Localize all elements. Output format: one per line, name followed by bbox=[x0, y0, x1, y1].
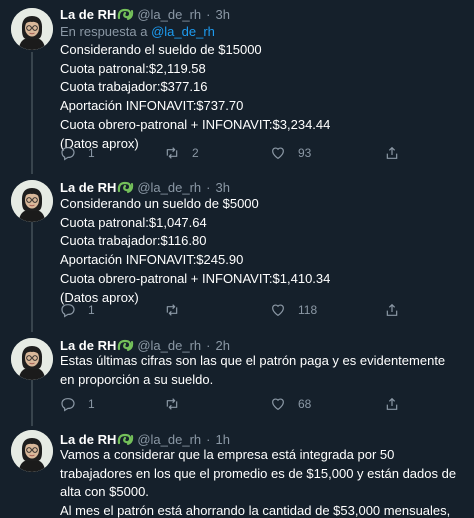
retweet-icon bbox=[166, 304, 178, 316]
avatar[interactable] bbox=[11, 8, 53, 50]
author-name[interactable]: La de RH bbox=[60, 7, 116, 22]
avatar[interactable] bbox=[11, 430, 53, 472]
avatar-image bbox=[11, 430, 53, 472]
tweet[interactable]: La de RH @la_de_rh · 2h Estas últimas ci… bbox=[0, 330, 474, 426]
like-count: 118 bbox=[298, 303, 318, 317]
reply-prefix: En respuesta a bbox=[60, 24, 148, 39]
author-name[interactable]: La de RH bbox=[60, 180, 116, 195]
share-icon bbox=[386, 397, 398, 410]
tweet-line: Aportación INFONAVIT:$737.70 bbox=[60, 98, 244, 114]
tweet-line: Cuota patronal:$2,119.58 bbox=[60, 60, 206, 76]
share-button[interactable] bbox=[384, 145, 400, 161]
avatar-image bbox=[11, 8, 53, 50]
green-swirl-emoji bbox=[118, 181, 134, 193]
retweet-button[interactable] bbox=[164, 302, 192, 318]
separator-dot: · bbox=[206, 337, 211, 353]
avatar[interactable] bbox=[11, 180, 53, 222]
author-handle[interactable]: @la_de_rh bbox=[137, 432, 201, 447]
reply-handle-link[interactable]: @la_de_rh bbox=[151, 24, 215, 39]
reply-button[interactable]: 1 bbox=[60, 396, 95, 412]
share-icon bbox=[386, 146, 398, 159]
tweet-timestamp[interactable]: 1h bbox=[215, 432, 229, 447]
separator-dot: · bbox=[206, 6, 211, 22]
reply-icon bbox=[61, 147, 75, 161]
heart-icon bbox=[272, 398, 284, 411]
author-handle[interactable]: @la_de_rh bbox=[137, 338, 201, 353]
tweet-timestamp[interactable]: 3h bbox=[215, 7, 229, 22]
share-button[interactable] bbox=[384, 396, 400, 412]
tweet[interactable]: La de RH @la_de_rh · 3h En respuesta a @… bbox=[0, 0, 474, 172]
tweet[interactable]: La de RH @la_de_rh · 3h Considerando un … bbox=[0, 172, 474, 330]
tweet-line: Cuota patronal:$1,047.64 bbox=[60, 214, 207, 230]
green-swirl-emoji bbox=[118, 339, 134, 351]
reply-icon bbox=[61, 398, 75, 412]
tweet-timestamp[interactable]: 2h bbox=[215, 338, 229, 353]
tweet-paragraph: Vamos a considerar que la empresa está i… bbox=[60, 447, 457, 500]
tweet-text: Estas últimas cifras son las que el patr… bbox=[60, 352, 462, 389]
tweet-header: La de RH @la_de_rh · 3h bbox=[60, 178, 230, 196]
tweet-line: Cuota obrero-patronal + INFONAVIT:$3,234… bbox=[60, 116, 331, 132]
tweet-actions: 1 2 93 bbox=[60, 145, 460, 165]
tweet-header: La de RH @la_de_rh · 3h bbox=[60, 5, 230, 23]
avatar[interactable] bbox=[11, 338, 53, 380]
author-handle[interactable]: @la_de_rh bbox=[137, 7, 201, 22]
reply-count: 1 bbox=[88, 146, 95, 160]
author-handle[interactable]: @la_de_rh bbox=[137, 180, 201, 195]
reply-icon bbox=[61, 304, 75, 318]
like-button[interactable]: 118 bbox=[270, 302, 317, 318]
retweet-count: 2 bbox=[192, 146, 199, 160]
tweet-line: Cuota obrero-patronal + INFONAVIT:$1,410… bbox=[60, 270, 331, 286]
tweet-text: Vamos a considerar que la empresa está i… bbox=[60, 446, 470, 518]
tweet-line: Considerando un sueldo de $5000 bbox=[60, 196, 259, 211]
like-button[interactable]: 68 bbox=[270, 396, 311, 412]
tweet-paragraph: Estas últimas cifras son las que el patr… bbox=[60, 353, 446, 387]
retweet-button[interactable]: 2 bbox=[164, 145, 199, 161]
tweet-actions: 1 68 bbox=[60, 396, 460, 416]
avatar-image bbox=[11, 338, 53, 380]
author-name[interactable]: La de RH bbox=[60, 432, 116, 447]
separator-dot: · bbox=[206, 179, 211, 195]
share-button[interactable] bbox=[384, 302, 400, 318]
retweet-button[interactable] bbox=[164, 396, 192, 412]
green-swirl-emoji bbox=[118, 433, 134, 445]
like-button[interactable]: 93 bbox=[270, 145, 311, 161]
heart-icon bbox=[272, 304, 284, 317]
like-count: 68 bbox=[298, 397, 312, 411]
green-swirl-emoji bbox=[118, 8, 134, 20]
reply-context: En respuesta a @la_de_rh bbox=[60, 24, 215, 39]
author-name[interactable]: La de RH bbox=[60, 338, 116, 353]
tweet-line: Considerando el sueldo de $15000 bbox=[60, 42, 262, 57]
reply-button[interactable]: 1 bbox=[60, 145, 95, 161]
tweet-line: Cuota trabajador:$377.16 bbox=[60, 79, 208, 95]
like-count: 93 bbox=[298, 146, 312, 160]
retweet-icon bbox=[166, 147, 178, 159]
tweet-text: Considerando un sueldo de $5000 Cuota pa… bbox=[60, 195, 468, 307]
tweet-paragraph: Al mes el patrón está ahorrando la canti… bbox=[60, 503, 451, 518]
tweet-line: Cuota trabajador:$116.80 bbox=[60, 233, 207, 249]
reply-count: 1 bbox=[88, 397, 95, 411]
reply-button[interactable]: 1 bbox=[60, 302, 95, 318]
tweet-text: Considerando el sueldo de $15000 Cuota p… bbox=[60, 41, 468, 153]
avatar-image bbox=[11, 180, 53, 222]
separator-dot: · bbox=[206, 431, 211, 447]
tweet-actions: 1 118 bbox=[60, 302, 460, 322]
reply-count: 1 bbox=[88, 303, 95, 317]
tweet[interactable]: La de RH @la_de_rh · 1h Vamos a consider… bbox=[0, 426, 474, 518]
retweet-icon bbox=[166, 398, 178, 410]
share-icon bbox=[386, 303, 398, 316]
tweet-line: Aportación INFONAVIT:$245.90 bbox=[60, 252, 244, 268]
tweet-timestamp[interactable]: 3h bbox=[215, 180, 229, 195]
heart-icon bbox=[272, 147, 284, 160]
